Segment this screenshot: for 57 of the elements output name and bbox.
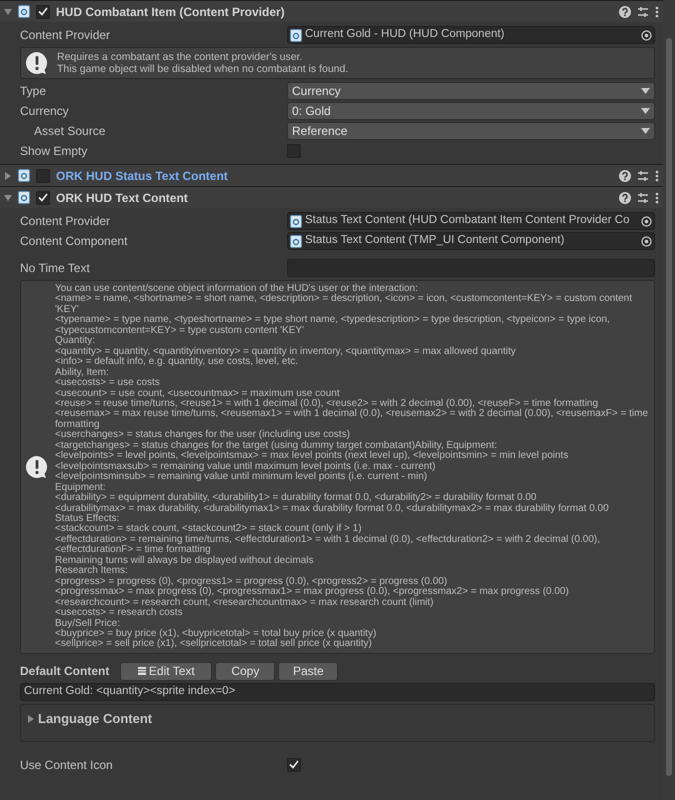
dropdown-arrow-icon (641, 88, 650, 94)
script-icon (290, 234, 302, 248)
script-icon (18, 191, 30, 204)
field-label: Currency (20, 103, 70, 120)
text-input-field[interactable]: Current Gold: <quantity><sprite index=0> (20, 682, 655, 701)
field-label: No Time Text (20, 260, 91, 277)
field-label: Show Empty (20, 143, 88, 160)
dropdown-arrow-icon (641, 108, 650, 114)
expanded-triangle-icon[interactable] (4, 194, 12, 202)
checkbox[interactable] (36, 168, 50, 182)
kebab-menu-icon[interactable] (655, 192, 659, 204)
help-icon[interactable] (619, 6, 631, 18)
object-field[interactable]: Status Text Content (TMP_UI Content Component) (287, 232, 655, 250)
script-icon (18, 5, 30, 18)
expanded-triangle-icon[interactable] (4, 8, 12, 16)
checkbox[interactable] (287, 758, 301, 772)
target-picker-icon[interactable] (641, 236, 652, 246)
help-text: You can use content/scene object information of the HUD's user or the interaction: <name> = name, <shortname> = short name, <description> = description, <icon> = icon, <customcontent=KEY> = custom content 'KEY' <typename> = type name, <typeshortname> = type short name, <typedescription> = type description, <typeicon> = type icon, <typecustomcontent=KEY> = type custom content 'KEY' Quantity: <quantity> = quantity, <quantityinventory> = quantity in inventory, <quantitymax> = max allowed quantity <info> = default info, e.g. quantity, use costs, level, etc. Ability, Item: <usecosts> = use costs <usecount> = use count, <usecountmax> = maximum use count <reuse> = reuse time/turns, <reuse1> = with 1 decimal (0.0), <reuse2> = with 2 decimal (0.00), <reuseF> = time formatting <reusemax> = max reuse time/turns, <reusemax1> = with 1 decimal (0.0), <reusemax2> = with 2 decimal (0.00), <reusemaxF> = time formatting <userchanges> = status changes for the user (including use costs) <targetchanges> = status changes for the target (using dummy target combatant)Ability, Equipment: <levelpoints> = level points, <levelpointsmax> = max level points (next level up), <levelpointsmin> = min level points <levelpointsmaxsub> = remaining value until maximum level points (i.e. max - current) <levelpointsminsub> = remaining value until minimum level points (i.e. current - min) Equipment: <durability> = equipment durability, <durability1> = durability format 0.0, <durability2> = durability format 0.00 <durabilitymax> = max durability, <durabilitymax1> = max durability format 0.0, <durabilitymax2> = max durability format 0.00 Status Effects: <stackcount> = stack count, <stackcount2> = stack count (only if > 1) <effectduration> = remaining time/turns, <effectduration1> = with 1 decimal (0.0), <effectduration2> = with 2 decimal (0.00), <effectdurationF> = time formatting Remaining turns will always be displayed without decimals Research Items: <progress> = progress (0), <progress1> = progress (0.0), <progress2> = progress (0.00) <progressmax> = max progress (0), <progressmax1> = max progress (0.0), <progressmax2> = max progress (0.00) <researchcount> = research count, <researchcountmax> = max research count (limit) <usecosts> = research costs Buy/Sell Price: <buyprice> = buy price (x1), <buypricetotal> = total buy price (x quantity) <sellprice> = sell price (x1), <sellpricetotal> = total sell price (x quantity) (55, 284, 650, 650)
object-field[interactable]: Status Text Content (HUD Combatant Item Content Provider Co (287, 212, 655, 230)
sliders-icon[interactable] (637, 192, 649, 204)
field-label: Content Provider (20, 27, 112, 44)
action-button[interactable]: Paste (278, 662, 338, 681)
field-label: Use Content Icon (20, 756, 114, 774)
checkbox[interactable] (36, 4, 50, 18)
dropdown-arrow-icon (641, 128, 650, 134)
object-field[interactable]: Current Gold - HUD (HUD Component) (287, 26, 655, 44)
sliders-icon[interactable] (637, 170, 649, 182)
collapsed-triangle-icon[interactable] (27, 714, 35, 723)
target-picker-icon[interactable] (641, 30, 652, 40)
sliders-icon[interactable] (637, 6, 649, 18)
help-text: Requires a combatant as the content provider's user. This game object will be disabled when no combatant is found. (57, 51, 348, 75)
field-label: Content Component (20, 233, 128, 250)
script-icon (290, 28, 302, 42)
component-title: ORK HUD Status Text Content (56, 168, 229, 184)
field-label: Asset Source (33, 123, 106, 140)
help-icon[interactable] (619, 192, 631, 204)
component-title: ORK HUD Text Content (56, 190, 189, 206)
kebab-menu-icon[interactable] (655, 170, 659, 182)
kebab-menu-icon[interactable] (655, 6, 659, 18)
target-picker-icon[interactable] (641, 216, 652, 226)
script-icon (290, 214, 302, 228)
collapsed-triangle-icon[interactable] (4, 172, 12, 180)
help-icon[interactable] (619, 170, 631, 182)
text-lines-icon (138, 667, 146, 676)
warning-icon (25, 454, 49, 479)
script-icon (18, 169, 30, 182)
foldout-label[interactable]: Language Content (38, 708, 152, 728)
edit-text-button[interactable]: Edit Text (120, 662, 212, 681)
field-label: Content Provider (20, 213, 112, 230)
dropdown[interactable]: Currency (287, 82, 655, 100)
dropdown[interactable]: Reference (287, 122, 655, 140)
checkbox[interactable] (36, 190, 50, 204)
dropdown[interactable]: 0: Gold (287, 102, 655, 120)
component-title: HUD Combatant Item (Content Provider) (56, 4, 286, 20)
action-button[interactable]: Copy (215, 662, 276, 681)
field-label: Default Content (20, 663, 110, 680)
field-label: Type (20, 83, 48, 100)
